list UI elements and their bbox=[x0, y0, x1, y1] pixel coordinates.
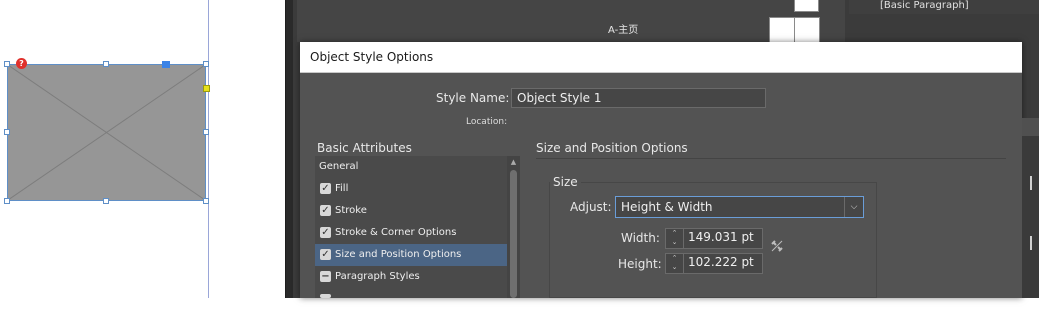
frame-placeholder-cross-icon bbox=[8, 65, 205, 200]
slider-handle[interactable] bbox=[1030, 236, 1032, 250]
resize-handle-top-left[interactable] bbox=[4, 61, 10, 67]
location-label: Location: bbox=[466, 117, 508, 127]
dialog-titlebar[interactable]: Object Style Options bbox=[300, 42, 1022, 73]
dialog-title: Object Style Options bbox=[310, 50, 434, 64]
style-name-input[interactable]: Object Style 1 bbox=[511, 88, 766, 108]
style-name-label: Style Name: bbox=[436, 91, 510, 105]
check-icon[interactable]: ✓ bbox=[320, 183, 331, 194]
check-icon[interactable]: ✓ bbox=[320, 249, 331, 260]
check-icon[interactable]: ✓ bbox=[320, 205, 331, 216]
resize-handle-bottom-right[interactable] bbox=[203, 198, 209, 204]
width-label: Width: bbox=[621, 231, 660, 245]
ignore-icon[interactable]: − bbox=[320, 271, 331, 282]
height-value: 102.222 pt bbox=[688, 255, 754, 269]
section-title: Size and Position Options bbox=[536, 141, 688, 155]
broken-link-icon[interactable] bbox=[770, 239, 784, 253]
missing-link-warning-icon[interactable]: ? bbox=[16, 58, 27, 69]
attributes-scrollbar[interactable]: ▲ bbox=[507, 156, 520, 298]
document-canvas[interactable]: ? bbox=[0, 0, 285, 298]
adjust-label: Adjust: bbox=[570, 200, 612, 214]
stepper-arrows-icon[interactable]: ⌃ ⌄ bbox=[666, 254, 684, 273]
resize-handle-right[interactable] bbox=[203, 129, 209, 135]
control-panel-edge bbox=[1022, 118, 1039, 298]
basic-attributes-header: Basic Attributes bbox=[317, 141, 412, 155]
adjust-value: Height & Width bbox=[621, 200, 713, 214]
list-item-stroke[interactable]: ✓ Stroke bbox=[315, 200, 507, 222]
list-item-label: General bbox=[319, 161, 359, 172]
master-thumbnail-left[interactable] bbox=[769, 17, 795, 43]
master-thumbnail-right[interactable] bbox=[794, 17, 820, 43]
basic-attributes-list[interactable]: General ✓ Fill ✓ Stroke ✓ Stroke & Corne… bbox=[315, 156, 520, 298]
resize-handle-bottom-left[interactable] bbox=[4, 198, 10, 204]
resize-handle-bottom[interactable] bbox=[103, 198, 109, 204]
slider-handle[interactable] bbox=[1030, 176, 1032, 190]
graphic-frame-placeholder[interactable] bbox=[7, 64, 206, 201]
list-item-size-position-options[interactable]: ✓ Size and Position Options bbox=[315, 244, 507, 266]
stepper-arrows-icon[interactable]: ⌃ ⌄ bbox=[666, 229, 684, 248]
list-item-label: Fill bbox=[335, 183, 349, 194]
list-item-label: Stroke & Corner Options bbox=[335, 227, 457, 238]
resize-handle-left[interactable] bbox=[4, 129, 10, 135]
width-stepper[interactable]: ⌃ ⌄ 149.031 pt bbox=[665, 228, 763, 249]
list-item-label: Size and Position Options bbox=[335, 249, 462, 260]
pages-panel bbox=[297, 0, 845, 42]
column-guide bbox=[208, 0, 209, 298]
live-corner-handle[interactable] bbox=[203, 85, 210, 92]
list-item-paragraph-styles[interactable]: − Paragraph Styles bbox=[315, 266, 507, 288]
height-label: Height: bbox=[618, 257, 662, 271]
master-page-label[interactable]: A-主页 bbox=[608, 21, 638, 36]
panel-header-strip bbox=[1022, 118, 1039, 136]
scroll-thumb[interactable] bbox=[510, 170, 517, 298]
object-style-options-dialog: Object Style Options Style Name: Object … bbox=[300, 42, 1022, 298]
size-group-label: Size bbox=[550, 175, 581, 189]
adjust-dropdown[interactable]: Height & Width ⌵ bbox=[615, 196, 864, 218]
page-thumbnail[interactable] bbox=[794, 0, 819, 12]
list-item-label: Paragraph Styles bbox=[335, 271, 420, 282]
scroll-up-arrow-icon[interactable]: ▲ bbox=[507, 158, 520, 166]
list-item-stroke-corner-options[interactable]: ✓ Stroke & Corner Options bbox=[315, 222, 507, 244]
resize-handle-top-right[interactable] bbox=[203, 61, 209, 67]
chevron-down-icon[interactable]: ⌵ bbox=[844, 197, 863, 217]
checkbox-partial-icon[interactable] bbox=[320, 294, 331, 298]
height-stepper[interactable]: ⌃ ⌄ 102.222 pt bbox=[665, 253, 763, 274]
section-divider bbox=[536, 158, 1006, 159]
width-value: 149.031 pt bbox=[688, 230, 754, 244]
list-item-fill[interactable]: ✓ Fill bbox=[315, 178, 507, 200]
list-item-general[interactable]: General bbox=[315, 156, 507, 178]
resize-handle-top[interactable] bbox=[103, 61, 109, 67]
check-icon[interactable]: ✓ bbox=[320, 227, 331, 238]
content-grabber-handle[interactable] bbox=[162, 61, 170, 68]
basic-paragraph-style[interactable]: [Basic Paragraph] bbox=[880, 0, 969, 11]
list-item-label: Stroke bbox=[335, 205, 367, 216]
list-item-partial[interactable] bbox=[315, 288, 507, 310]
